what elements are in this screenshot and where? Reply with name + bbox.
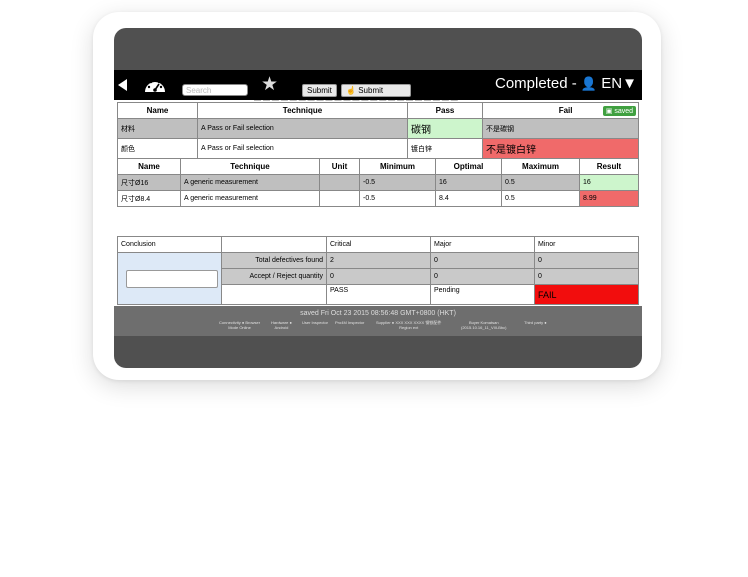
column-header: Unit <box>319 158 360 175</box>
accept-major[interactable]: 0 <box>430 268 535 285</box>
row-name: 尺寸Ø8.4 <box>117 190 181 207</box>
row-name: 尺寸Ø16 <box>117 174 181 191</box>
row-minimum: -0.5 <box>359 174 436 191</box>
empty-cell <box>221 284 327 305</box>
column-header: Critical <box>326 236 431 253</box>
tablet-screen: ★ Submit ☝ Submit Urgent Completed - 👤 E… <box>114 28 642 368</box>
defectives-critical[interactable]: 2 <box>326 252 431 269</box>
result-minor: FAIL <box>534 284 639 305</box>
row-technique: A Pass or Fail selection <box>197 118 408 139</box>
inspection-content: — — — — — — — — — — — — — — — — — — — — … <box>114 100 642 306</box>
submit-button[interactable]: Submit <box>302 84 337 97</box>
measurement-header-row: Name Technique Unit Minimum Optimal Maxi… <box>117 158 639 175</box>
dashboard-gauge-icon[interactable] <box>143 75 167 95</box>
footer-meta-hardware: Hardware ● Android <box>271 320 292 330</box>
top-bar: ★ Submit ☝ Submit Urgent Completed - 👤 E… <box>114 70 642 107</box>
defectives-major[interactable]: 0 <box>430 252 535 269</box>
column-header: Technique <box>197 102 408 119</box>
column-header: Name <box>117 102 198 119</box>
table-row: Total defectives found 2 0 0 <box>117 252 639 305</box>
row-name: 颜色 <box>117 138 198 159</box>
table-row: 颜色 A Pass or Fail selection 镀白锌 不是镀白锌 <box>117 138 639 159</box>
result-input[interactable]: 8.99 <box>579 190 639 207</box>
conclusion-text-field[interactable] <box>126 270 218 288</box>
save-icon: ▣ <box>605 107 613 115</box>
column-header: Optimal <box>435 158 502 175</box>
footer-meta-third-party: Third party ● <box>524 320 547 325</box>
conclusion-cell <box>117 252 222 305</box>
conclusion-label: Conclusion <box>117 236 222 253</box>
footer: saved Fri Oct 23 2015 08:56:48 GMT+0800 … <box>114 306 642 336</box>
row-maximum: 0.5 <box>501 174 580 191</box>
saved-timestamp: saved Fri Oct 23 2015 08:56:48 GMT+0800 … <box>300 310 456 317</box>
accept-minor[interactable]: 0 <box>534 268 639 285</box>
defectives-minor[interactable]: 0 <box>534 252 639 269</box>
row-unit <box>319 174 360 191</box>
status-title: Completed - 👤 EN▼ <box>495 75 637 92</box>
result-critical: PASS <box>326 284 431 305</box>
pass-option[interactable]: 镀白锌 <box>407 138 483 159</box>
column-header: Fail <box>558 105 573 115</box>
hand-pointer-icon: ☝ <box>346 86 356 95</box>
column-header: Maximum <box>501 158 580 175</box>
measurement-table: Name Technique Unit Minimum Optimal Maxi… <box>117 158 639 207</box>
submit-urgent-button[interactable]: ☝ Submit Urgent <box>341 84 411 107</box>
fail-option[interactable]: 不是碳钢 <box>482 118 639 139</box>
accept-critical[interactable]: 0 <box>326 268 431 285</box>
table-row: 材料 A Pass or Fail selection 碳钢 不是碳钢 <box>117 118 639 139</box>
pass-option[interactable]: 碳钢 <box>407 118 483 139</box>
column-header: Major <box>430 236 535 253</box>
column-header-fail: Fail ▣ saved <box>482 102 639 119</box>
language-selector[interactable]: EN▼ <box>601 75 637 92</box>
footer-meta-buyer: Buyer Komatsan (2015.10.16_11_VIII-Bbc) <box>461 320 507 330</box>
footer-meta-inspector: Pro4M Inspector <box>335 320 365 325</box>
user-icon[interactable]: 👤 <box>581 76 597 91</box>
star-icon[interactable]: ★ <box>261 75 278 95</box>
row-optimal: 8.4 <box>435 190 502 207</box>
table-row: 尺寸Ø16 A generic measurement -0.5 16 0.5 … <box>117 174 639 191</box>
table-row: 尺寸Ø8.4 A generic measurement -0.5 8.4 0.… <box>117 190 639 207</box>
pass-fail-table: Name Technique Pass Fail ▣ saved 材料 A Pa… <box>117 102 639 159</box>
row-technique: A generic measurement <box>180 174 320 191</box>
footer-meta-supplier: Supplier ● XXX XXX XXXX 钢铁配件 Region ext <box>376 320 442 330</box>
conclusion-header-row: Conclusion Critical Major Minor <box>117 236 639 253</box>
column-header: Pass <box>407 102 483 119</box>
column-header: Minimum <box>359 158 436 175</box>
result-major: Pending <box>430 284 535 305</box>
column-header: Technique <box>180 158 320 175</box>
row-optimal: 16 <box>435 174 502 191</box>
row-technique: A generic measurement <box>180 190 320 207</box>
result-input[interactable]: 16 <box>579 174 639 191</box>
row-minimum: -0.5 <box>359 190 436 207</box>
pass-fail-header-row: Name Technique Pass Fail ▣ saved <box>117 102 639 119</box>
fail-option[interactable]: 不是镀白锌 <box>482 138 639 159</box>
row-technique: A Pass or Fail selection <box>197 138 408 159</box>
accept-reject-label: Accept / Reject quantity <box>221 268 327 285</box>
column-header: Result <box>579 158 639 175</box>
footer-meta-user: User Inspector <box>302 320 329 325</box>
back-arrow-icon[interactable] <box>118 79 127 91</box>
row-maximum: 0.5 <box>501 190 580 207</box>
saved-badge: ▣ saved <box>602 105 636 116</box>
total-defectives-label: Total defectives found <box>221 252 327 269</box>
column-header: Minor <box>534 236 639 253</box>
search-input[interactable] <box>182 84 248 96</box>
saved-label: saved <box>614 107 633 115</box>
status-text: Completed - <box>495 75 581 92</box>
row-name: 材料 <box>117 118 198 139</box>
row-unit <box>319 190 360 207</box>
footer-meta-connectivity: Connectivity ● Browser Mode Online <box>219 320 261 330</box>
empty-cell <box>221 236 327 253</box>
conclusion-table: Conclusion Critical Major Minor Total de… <box>117 236 639 305</box>
column-header: Name <box>117 158 181 175</box>
